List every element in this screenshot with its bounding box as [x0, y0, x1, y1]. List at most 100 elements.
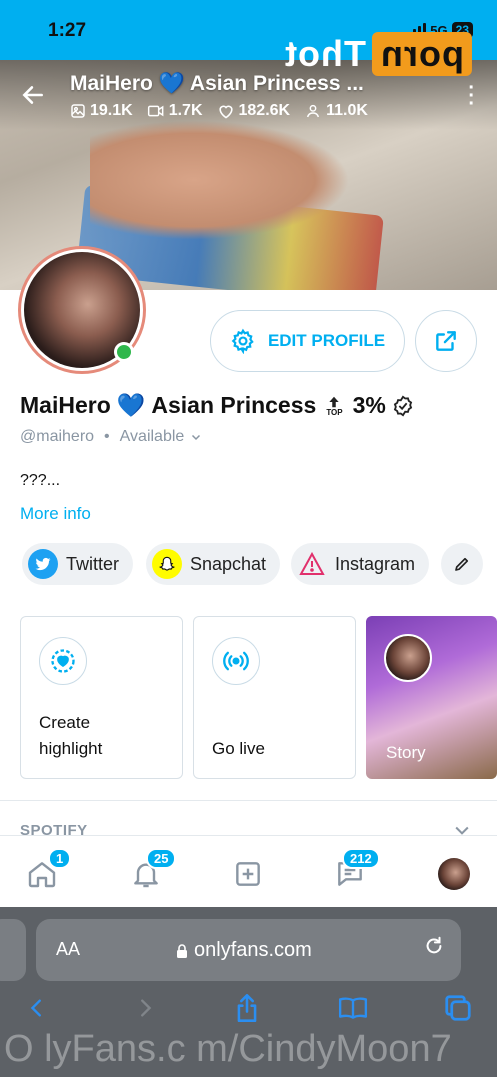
nav-avatar [438, 858, 470, 890]
profile-name-rest: Asian Princess [151, 392, 317, 418]
bio-text: ???... [20, 472, 61, 489]
bookmarks-button[interactable] [338, 993, 368, 1023]
twitter-label: Twitter [66, 553, 120, 574]
chevron-right-icon [141, 999, 152, 1017]
edit-socials-button[interactable] [441, 543, 483, 585]
video-icon [147, 105, 164, 117]
watermark-logo-plain: Thot [284, 33, 366, 74]
reader-options-button[interactable]: AA [56, 939, 80, 960]
handle-row: @maihero • Available [20, 428, 202, 446]
story-avatar [384, 634, 432, 682]
availability-label: Available [119, 428, 185, 445]
section-divider [0, 800, 497, 801]
instagram-label: Instagram [335, 553, 416, 574]
verified-icon [393, 395, 413, 416]
profile-page: 1:27 5G 23 MaiHero 💙 Asian Princess ... … [0, 0, 497, 1077]
gear-icon [231, 328, 254, 354]
cover-title-name: MaiHero [70, 72, 153, 95]
browser-tools [0, 989, 497, 1029]
snapchat-label: Snapchat [190, 553, 267, 574]
bottom-nav: 1 25 212 [0, 835, 497, 907]
top-badge-label: TOP [326, 407, 343, 417]
notifications-badge: 25 [146, 848, 177, 869]
handle: @maihero [20, 428, 95, 445]
more-info-link[interactable]: More info [20, 504, 91, 524]
watermark-logo: porn Thot [278, 30, 472, 78]
stat-photos: 19.1K [70, 102, 133, 120]
back-nav-button[interactable] [22, 993, 52, 1023]
stat-likes-value: 182.6K [238, 102, 291, 119]
tabs-icon [445, 995, 471, 1021]
story-card[interactable]: Story [366, 616, 497, 779]
more-options-icon[interactable]: · · · [468, 78, 475, 114]
cover-stats: 19.1K 1.7K 182.6K 11.0K [70, 102, 368, 120]
nav-add-post[interactable] [228, 854, 268, 894]
stat-photos-value: 19.1K [90, 102, 133, 119]
snapchat-icon [152, 549, 182, 579]
share-icon [436, 331, 456, 351]
stat-videos-value: 1.7K [168, 102, 203, 119]
home-badge: 1 [48, 848, 72, 869]
edit-profile-button[interactable]: EDIT PROFILE [210, 310, 405, 372]
top-badge: TOP [326, 395, 343, 417]
previous-tab-peek[interactable] [0, 919, 26, 981]
watermark-footer-text: O lyFans.c m/CindyMoon7 [4, 1028, 452, 1070]
user-icon [307, 104, 320, 118]
tabs-button[interactable] [443, 993, 473, 1023]
book-icon [338, 997, 368, 1019]
reload-icon[interactable] [423, 935, 445, 964]
twitter-icon [28, 549, 58, 579]
arrow-up-icon [329, 396, 340, 407]
url-display: onlyfans.com [176, 939, 312, 962]
profile-name-heart: 💙 [116, 392, 146, 418]
profile-name: MaiHero 💙 Asian Princess TOP 3% [20, 392, 414, 419]
instagram-button[interactable]: Instagram [291, 543, 430, 585]
warning-icon [297, 549, 327, 579]
forward-nav-button[interactable] [130, 993, 160, 1023]
edit-profile-label: EDIT PROFILE [267, 331, 386, 350]
nav-profile[interactable] [434, 854, 474, 894]
stat-fans: 11.0K [304, 102, 368, 120]
cover-figure [90, 120, 350, 240]
twitter-button[interactable]: Twitter [22, 543, 134, 585]
share-sheet-button[interactable] [232, 993, 262, 1023]
snapchat-button[interactable]: Snapchat [146, 543, 281, 585]
pencil-icon [455, 557, 469, 571]
create-highlight-line2: highlight [39, 739, 103, 758]
chevron-down-icon [192, 434, 201, 441]
create-highlight-card[interactable]: Create highlight [20, 616, 183, 779]
url-text: onlyfans.com [194, 939, 312, 961]
nav-notifications[interactable]: 25 [126, 848, 177, 894]
arrow-left-icon [22, 86, 43, 104]
stat-likes: 182.6K [217, 102, 291, 120]
nav-home[interactable]: 1 [22, 848, 72, 894]
highlight-icon-circle [39, 637, 87, 685]
go-live-label: Go live [212, 739, 265, 758]
handle-separator: • [104, 428, 110, 445]
cover-title-heart: 💙 [158, 72, 185, 95]
stat-fans-value: 11.0K [326, 102, 368, 119]
watermark-logo-box: porn [371, 32, 472, 76]
top-percent: 3% [352, 392, 386, 418]
create-highlight-line1: Create [39, 713, 91, 732]
go-live-card[interactable]: Go live [193, 616, 356, 779]
nav-messages[interactable]: 212 [330, 848, 380, 894]
stat-videos: 1.7K [147, 102, 203, 120]
share-button[interactable] [415, 310, 477, 372]
online-status-dot [114, 342, 134, 362]
back-button[interactable] [20, 82, 48, 110]
messages-badge: 212 [342, 848, 380, 869]
profile-name-text: MaiHero [20, 392, 111, 418]
lock-icon [177, 943, 187, 958]
share-up-icon [237, 994, 257, 1022]
story-label: Story [386, 743, 426, 762]
live-broadcast-icon [223, 651, 249, 671]
create-highlight-label: Create highlight [39, 710, 102, 762]
photo-icon [71, 104, 85, 118]
live-icon-circle [212, 637, 260, 685]
url-bar[interactable]: AA onlyfans.com [36, 919, 461, 981]
heart-icon [218, 105, 233, 119]
chevron-left-icon [30, 999, 41, 1017]
status-time: 1:27 [48, 20, 87, 41]
availability-dropdown[interactable]: Available [120, 428, 203, 446]
